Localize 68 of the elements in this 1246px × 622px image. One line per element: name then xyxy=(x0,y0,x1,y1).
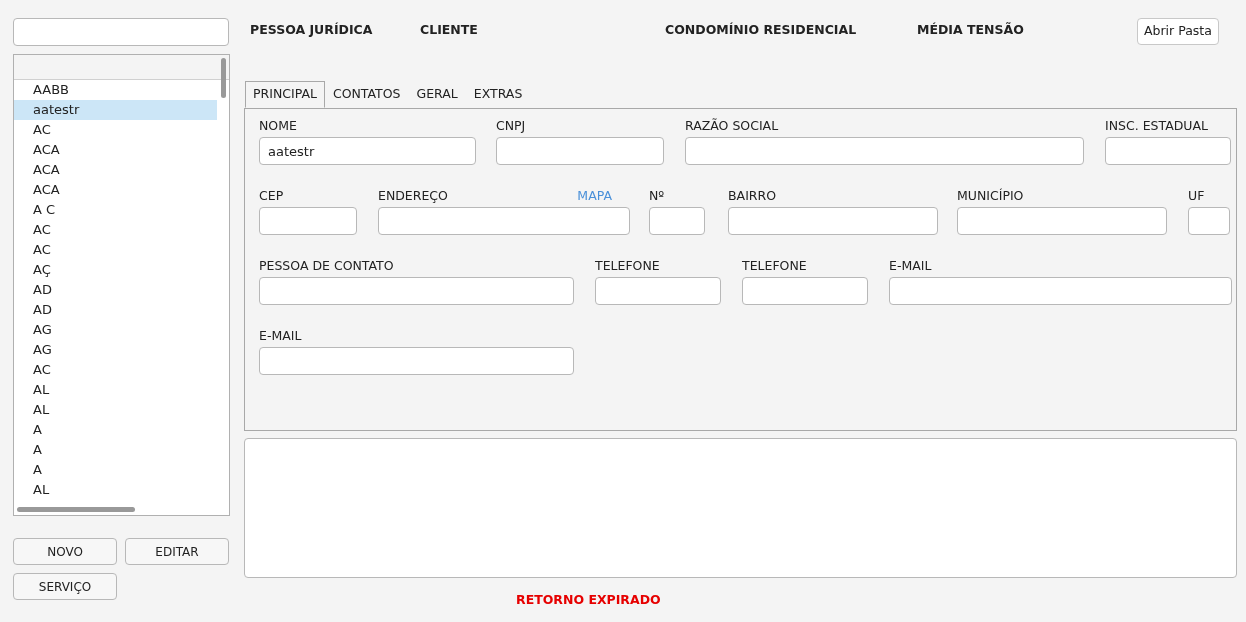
field-label: PESSOA DE CONTATO xyxy=(259,257,394,275)
field-label: MUNICÍPIO xyxy=(957,187,1024,205)
text-field[interactable] xyxy=(259,207,357,235)
text-field[interactable] xyxy=(496,137,664,165)
client-list-item[interactable]: AC xyxy=(14,220,217,240)
client-list-item[interactable]: AABB xyxy=(14,80,217,100)
client-list-item[interactable]: AC xyxy=(14,360,217,380)
field-label: UF xyxy=(1188,187,1205,205)
client-list-item[interactable]: AC xyxy=(14,120,217,140)
text-field[interactable] xyxy=(259,347,574,375)
field-label: NOME xyxy=(259,117,297,135)
client-list-item[interactable]: A xyxy=(14,420,217,440)
tab[interactable]: PRINCIPAL xyxy=(245,81,325,108)
client-list-item[interactable]: ACA xyxy=(14,180,217,200)
client-list-item[interactable]: ACA xyxy=(14,160,217,180)
field-label: CNPJ xyxy=(496,117,526,135)
text-field[interactable] xyxy=(889,277,1232,305)
client-list-item[interactable]: AG xyxy=(14,320,217,340)
field-label: CEP xyxy=(259,187,284,205)
text-field[interactable] xyxy=(957,207,1167,235)
client-list-item[interactable]: A xyxy=(14,440,217,460)
field-label: E-MAIL xyxy=(889,257,932,275)
notes-area[interactable] xyxy=(244,438,1237,578)
open-folder-button[interactable]: Abrir Pasta xyxy=(1137,18,1219,45)
client-list-item[interactable]: aatestr xyxy=(14,100,217,120)
client-list-item[interactable]: AÇ xyxy=(14,260,217,280)
client-list-item[interactable]: AL xyxy=(14,480,217,500)
text-field[interactable] xyxy=(742,277,868,305)
field-label: ENDEREÇO xyxy=(378,187,448,205)
list-action-button[interactable]: SERVIÇO xyxy=(13,573,117,600)
text-field[interactable] xyxy=(595,277,721,305)
field-label: INSC. ESTADUAL xyxy=(1105,117,1208,135)
client-tag: CLIENTE xyxy=(420,21,665,40)
tab[interactable]: GERAL xyxy=(408,81,466,108)
client-list-item[interactable]: AL xyxy=(14,380,217,400)
client-list-item[interactable]: AG xyxy=(14,340,217,360)
text-field[interactable]: aatestr xyxy=(259,137,476,165)
field-label: TELEFONE xyxy=(742,257,807,275)
field-label: TELEFONE xyxy=(595,257,660,275)
tab[interactable]: EXTRAS xyxy=(465,81,531,108)
horizontal-scrollbar-thumb[interactable] xyxy=(17,507,135,512)
client-tag: MÉDIA TENSÃO xyxy=(917,21,1133,40)
vertical-scrollbar-thumb[interactable] xyxy=(221,58,226,98)
text-field[interactable] xyxy=(378,207,630,235)
text-field[interactable] xyxy=(685,137,1084,165)
tab[interactable]: CONTATOS xyxy=(324,81,409,108)
client-list-item[interactable]: ACA xyxy=(14,140,217,160)
status-message: RETORNO EXPIRADO xyxy=(516,592,661,607)
client-list-item[interactable]: A xyxy=(14,460,217,480)
client-list-item[interactable]: AD xyxy=(14,280,217,300)
client-tag: CONDOMÍNIO RESIDENCIAL xyxy=(665,21,917,40)
text-field[interactable] xyxy=(1188,207,1230,235)
client-list-item[interactable]: AL xyxy=(14,400,217,420)
client-tag: PESSOA JURÍDICA xyxy=(250,21,420,40)
field-label: BAIRRO xyxy=(728,187,777,205)
list-action-button[interactable]: EDITAR xyxy=(125,538,229,565)
text-field[interactable] xyxy=(649,207,705,235)
field-label: E-MAIL xyxy=(259,327,302,345)
client-list-item[interactable]: A C xyxy=(14,200,217,220)
search-field[interactable] xyxy=(13,18,229,46)
text-field[interactable] xyxy=(728,207,938,235)
field-label: Nº xyxy=(649,187,665,205)
client-list-item[interactable]: AC xyxy=(14,240,217,260)
text-field[interactable] xyxy=(259,277,574,305)
field-label: RAZÃO SOCIAL xyxy=(685,117,779,135)
list-action-button[interactable]: NOVO xyxy=(13,538,117,565)
client-list-item[interactable]: AD xyxy=(14,300,217,320)
text-field[interactable] xyxy=(1105,137,1231,165)
